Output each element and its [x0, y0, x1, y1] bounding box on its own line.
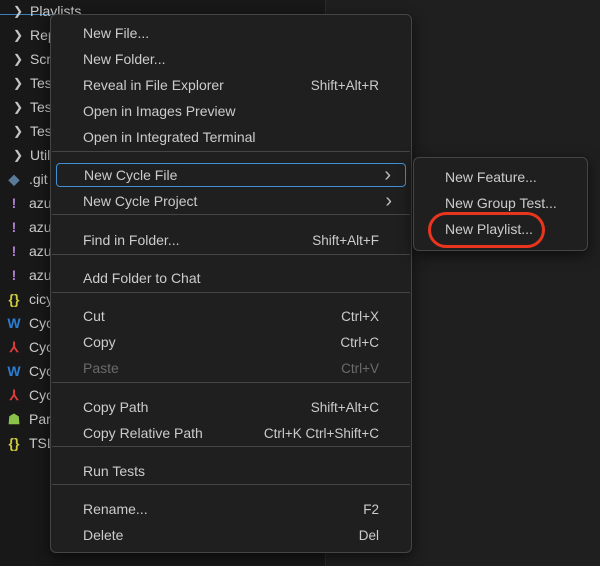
chevron-right-icon: ❯ — [12, 28, 24, 42]
braces-file-icon: {} — [8, 435, 20, 451]
menu-item-label: New Folder... — [83, 51, 166, 67]
menu-item-new-folder[interactable]: New Folder... — [56, 47, 406, 71]
menu-item-reveal-in-file-explorer[interactable]: Reveal in File Explorer Shift+Alt+R — [56, 73, 406, 97]
exclaim-file-icon: ! — [11, 243, 17, 259]
new-cycle-file-submenu: New Feature... New Group Test... New Playl… — [413, 157, 588, 251]
menu-item-label: Paste — [83, 360, 119, 376]
keyboard-shortcut: Del — [358, 527, 379, 543]
menu-item-copy[interactable]: Copy Ctrl+C — [56, 330, 406, 354]
tree-row-label: azu — [29, 195, 52, 211]
chevron-right-icon: ❯ — [12, 124, 24, 138]
exclaim-file-icon: ! — [11, 195, 17, 211]
menu-item-open-in-integrated-terminal[interactable]: Open in Integrated Terminal — [56, 125, 406, 149]
menu-item-paste: Paste Ctrl+V — [56, 356, 406, 380]
exclaim-file-icon: ! — [11, 267, 17, 283]
tree-row-label: azu — [29, 219, 52, 235]
menu-item-label: Cut — [83, 308, 105, 324]
keyboard-shortcut: Ctrl+V — [341, 360, 379, 376]
menu-item-new-cycle-file[interactable]: New Cycle File › — [56, 163, 406, 187]
chevron-right-icon: ❯ — [12, 76, 24, 90]
menu-separator — [52, 254, 410, 255]
keyboard-shortcut: Shift+Alt+F — [312, 232, 379, 248]
menu-item-label: Copy — [83, 334, 116, 350]
menu-item-label: New Cycle Project — [83, 193, 198, 209]
tree-row-label: azu — [29, 267, 52, 283]
submenu-item-new-feature[interactable]: New Feature... — [419, 165, 582, 189]
menu-item-cut[interactable]: Cut Ctrl+X — [56, 304, 406, 328]
tree-row-label: Tes — [30, 99, 52, 115]
menu-item-label: Reveal in File Explorer — [83, 77, 224, 93]
tree-row-label: Util — [30, 147, 51, 163]
chevron-right-icon: › — [384, 163, 391, 186]
pdf-file-icon: ⅄ — [9, 386, 19, 403]
menu-item-find-in-folder[interactable]: Find in Folder... Shift+Alt+F — [56, 228, 406, 252]
chevron-right-icon: ❯ — [12, 4, 24, 18]
menu-item-add-folder-to-chat[interactable]: Add Folder to Chat — [56, 266, 406, 290]
menu-separator — [52, 214, 410, 215]
menu-item-label: Copy Path — [83, 399, 149, 415]
tree-row-label: Par — [29, 411, 51, 427]
chevron-right-icon: ❯ — [12, 100, 24, 114]
exclaim-file-icon: ! — [11, 219, 17, 235]
android-file-icon: ☗ — [7, 410, 21, 427]
menu-separator — [52, 382, 410, 383]
tree-row-label: Scr — [30, 51, 51, 67]
tree-row-label: Tes — [30, 123, 52, 139]
menu-item-delete[interactable]: Delete Del — [56, 523, 406, 547]
menu-item-label: New Cycle File — [84, 167, 178, 183]
submenu-item-new-playlist[interactable]: New Playlist... — [419, 217, 582, 241]
chevron-right-icon: › — [385, 189, 392, 212]
keyboard-shortcut: Ctrl+K Ctrl+Shift+C — [263, 425, 379, 441]
menu-separator — [52, 151, 410, 152]
keyboard-shortcut: Ctrl+X — [341, 308, 379, 324]
keyboard-shortcut: Ctrl+C — [340, 334, 379, 350]
menu-item-label: Open in Images Preview — [83, 103, 236, 119]
menu-item-label: New File... — [83, 25, 150, 41]
menu-item-label: Open in Integrated Terminal — [83, 129, 256, 145]
menu-item-new-cycle-project[interactable]: New Cycle Project › — [56, 189, 406, 213]
menu-item-run-tests[interactable]: Run Tests — [56, 459, 406, 483]
keyboard-shortcut: Shift+Alt+C — [310, 399, 379, 415]
menu-separator — [52, 484, 410, 485]
chevron-right-icon: ❯ — [12, 148, 24, 162]
menu-item-label: Add Folder to Chat — [83, 270, 201, 286]
menu-item-label: Run Tests — [83, 463, 145, 479]
word-file-icon: W — [7, 315, 21, 331]
menu-separator — [52, 446, 410, 447]
menu-item-open-in-images-preview[interactable]: Open in Images Preview — [56, 99, 406, 123]
keyboard-shortcut: Shift+Alt+R — [310, 77, 379, 93]
menu-item-label: Delete — [83, 527, 124, 543]
menu-separator — [52, 292, 410, 293]
menu-item-label: Copy Relative Path — [83, 425, 203, 441]
menu-item-rename[interactable]: Rename... F2 — [56, 497, 406, 521]
menu-item-copy-path[interactable]: Copy Path Shift+Alt+C — [56, 395, 406, 419]
pdf-file-icon: ⅄ — [9, 338, 19, 355]
keyboard-shortcut: F2 — [363, 501, 379, 517]
menu-item-copy-relative-path[interactable]: Copy Relative Path Ctrl+K Ctrl+Shift+C — [56, 421, 406, 445]
word-file-icon: W — [7, 363, 21, 379]
menu-item-label: Find in Folder... — [83, 232, 180, 248]
context-menu: New File... New Folder... Reveal in File E… — [50, 14, 412, 553]
chevron-right-icon: ❯ — [12, 52, 24, 66]
tree-row-label: azu — [29, 243, 52, 259]
menu-item-label: Rename... — [83, 501, 148, 517]
submenu-item-new-group-test[interactable]: New Group Test... — [419, 191, 582, 215]
tree-row-label: .git — [29, 171, 48, 187]
menu-item-new-file[interactable]: New File... — [56, 21, 406, 45]
braces-file-icon: {} — [8, 291, 20, 307]
git-file-icon: ◆ — [8, 170, 20, 187]
tree-row-label: Tes — [30, 75, 52, 91]
